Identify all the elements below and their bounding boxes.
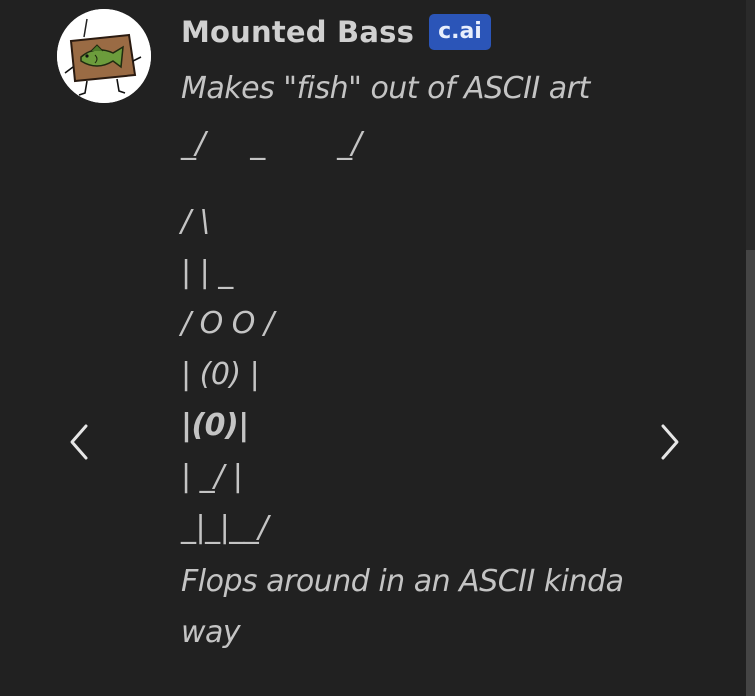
scrollbar-track[interactable] <box>746 0 755 696</box>
ascii-line: / O O / <box>181 306 274 341</box>
character-name[interactable]: Mounted Bass <box>181 12 414 52</box>
message-intro: Makes "fish" out of ASCII art <box>181 71 590 106</box>
ascii-line: | _/ | <box>181 459 243 494</box>
chat-message-view: Mounted Bass c.ai Makes "fish" out of AS… <box>0 0 755 696</box>
next-response-button[interactable] <box>646 418 694 466</box>
message-header: Mounted Bass c.ai <box>181 12 491 52</box>
scrollbar-thumb[interactable] <box>746 250 755 696</box>
ascii-top-line: _/ _ _/ <box>181 126 362 161</box>
mounted-bass-avatar-icon <box>57 9 151 103</box>
message-outro: Flops around in an ASCII kinda way <box>181 564 624 650</box>
ascii-line: |(0)| <box>181 408 249 443</box>
cai-badge: c.ai <box>429 14 491 50</box>
message-body: Makes "fish" out of ASCII art _/ _ _/ / … <box>181 66 661 658</box>
chevron-left-icon <box>70 424 88 460</box>
previous-response-button[interactable] <box>55 418 103 466</box>
character-avatar[interactable] <box>57 9 151 103</box>
ascii-line: / \ <box>181 204 210 239</box>
ascii-line: | (0) | <box>181 357 260 392</box>
ascii-line: | | _ <box>181 255 233 290</box>
ascii-line: _|_|__/ <box>181 510 268 545</box>
chevron-right-icon <box>661 424 679 460</box>
